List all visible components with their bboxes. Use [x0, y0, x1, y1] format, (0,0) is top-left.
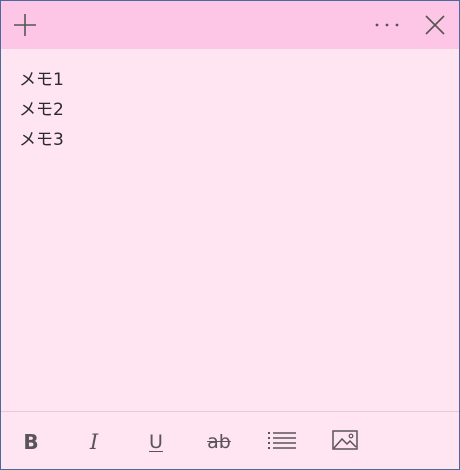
new-note-button[interactable]: [1, 1, 49, 49]
bold-button[interactable]: B: [11, 422, 51, 462]
sticky-note-window: メモ1 メモ2 メモ3 B I U ab: [0, 0, 460, 470]
underline-label: U: [149, 431, 163, 453]
bulleted-list-icon: [268, 431, 296, 453]
insert-image-button[interactable]: [325, 422, 365, 462]
strikethrough-label: ab: [207, 431, 231, 453]
image-icon: [332, 430, 358, 454]
more-horizontal-icon: [374, 22, 400, 28]
underline-button[interactable]: U: [136, 422, 176, 462]
close-icon: [425, 15, 445, 35]
titlebar: [1, 1, 459, 49]
bold-label: B: [23, 430, 39, 454]
note-line: メモ1: [19, 70, 64, 90]
italic-label: I: [89, 430, 99, 454]
italic-button[interactable]: I: [74, 422, 114, 462]
note-line: メモ3: [19, 130, 64, 150]
bulleted-list-button[interactable]: [262, 422, 302, 462]
note-line: メモ2: [19, 100, 64, 120]
menu-button[interactable]: [363, 1, 411, 49]
strikethrough-button[interactable]: ab: [199, 422, 239, 462]
close-button[interactable]: [411, 1, 459, 49]
note-text-area[interactable]: メモ1 メモ2 メモ3: [19, 65, 439, 395]
formatting-toolbar: B I U ab: [1, 411, 459, 470]
plus-icon: [13, 13, 37, 37]
